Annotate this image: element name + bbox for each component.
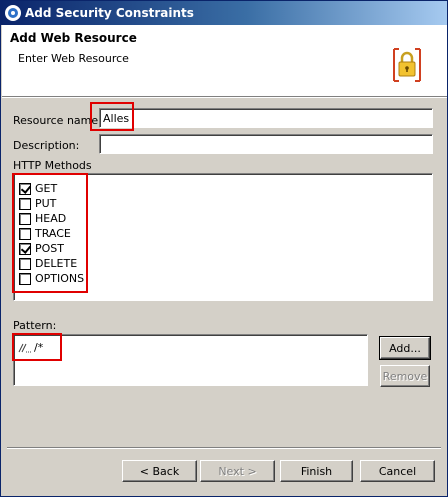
method-trace-checkbox[interactable]	[19, 227, 31, 240]
cancel-button[interactable]: Cancel	[360, 460, 435, 482]
pattern-value: /*	[34, 341, 44, 354]
method-post-label: POST	[35, 242, 64, 255]
banner-title: Add Web Resource	[10, 31, 137, 45]
pattern-list-item[interactable]: /*	[18, 341, 43, 354]
add-pattern-button[interactable]: Add...	[379, 336, 431, 360]
method-put-row[interactable]: PUT	[19, 196, 56, 211]
method-trace-row[interactable]: TRACE	[19, 226, 71, 241]
method-post-row[interactable]: POST	[19, 241, 64, 256]
method-options-checkbox[interactable]	[19, 272, 31, 285]
remove-pattern-button[interactable]: Remove	[380, 365, 430, 387]
finish-button[interactable]: Finish	[280, 460, 353, 482]
app-icon	[5, 5, 21, 21]
title-bar[interactable]: Add Security Constraints	[1, 1, 447, 25]
method-delete-label: DELETE	[35, 257, 78, 270]
method-options-row[interactable]: OPTIONS	[19, 271, 84, 286]
method-delete-row[interactable]: DELETE	[19, 256, 77, 271]
dialog-window: Add Security Constraints Add Web Resourc…	[0, 0, 448, 497]
banner-divider	[2, 97, 447, 98]
method-trace-label: TRACE	[35, 227, 71, 240]
description-input[interactable]	[99, 134, 433, 154]
next-button[interactable]: Next >	[200, 460, 275, 482]
method-put-label: PUT	[35, 197, 57, 210]
pattern-label: Pattern:	[13, 319, 57, 332]
footer-separator	[7, 447, 441, 449]
pattern-list[interactable]: /*	[13, 334, 368, 386]
http-methods-label: HTTP Methods	[13, 159, 92, 172]
method-get-label: GET	[35, 182, 58, 195]
lock-icon	[393, 48, 421, 82]
method-post-checkbox[interactable]	[19, 242, 31, 255]
description-label: Description:	[13, 139, 80, 152]
banner-subtitle: Enter Web Resource	[18, 52, 129, 65]
method-delete-checkbox[interactable]	[19, 257, 31, 270]
resource-name-label: Resource name	[13, 114, 99, 127]
method-get-checkbox[interactable]	[19, 182, 31, 195]
method-head-label: HEAD	[35, 212, 67, 225]
back-button[interactable]: < Back	[122, 460, 197, 482]
wizard-banner: Add Web Resource Enter Web Resource	[2, 25, 447, 97]
method-head-checkbox[interactable]	[19, 212, 31, 225]
method-options-label: OPTIONS	[35, 272, 85, 285]
method-put-checkbox[interactable]	[19, 197, 31, 210]
method-head-row[interactable]: HEAD	[19, 211, 66, 226]
method-get-row[interactable]: GET	[19, 181, 57, 196]
url-pattern-icon	[18, 343, 31, 352]
window-title: Add Security Constraints	[25, 6, 194, 20]
resource-name-input[interactable]	[99, 108, 433, 128]
http-methods-list: GET PUT HEAD TRACE POST DELETE OPTIONS	[13, 173, 433, 301]
